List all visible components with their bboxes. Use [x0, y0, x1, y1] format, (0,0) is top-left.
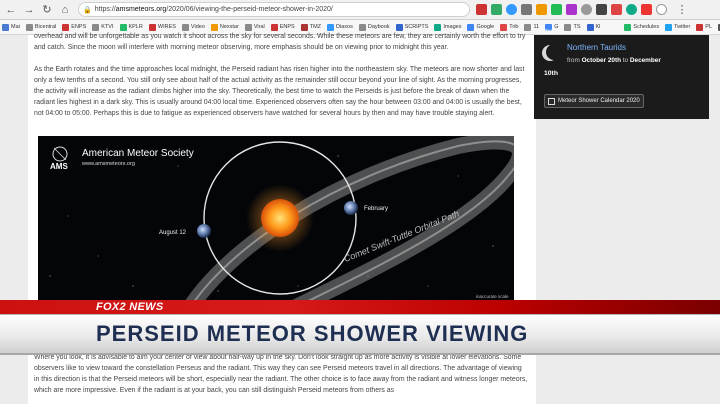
forward-icon[interactable]: →	[22, 3, 36, 17]
bookmark[interactable]: TS	[564, 23, 581, 31]
moon-phase-icon	[542, 44, 562, 61]
shower-date-range: from October 20th to December	[567, 57, 661, 64]
profile-avatar[interactable]	[656, 4, 667, 15]
bookmark[interactable]: Kl	[586, 23, 600, 31]
ams-logo: AMS	[50, 146, 68, 171]
headline-text: PERSEID METEOR SHOWER VIEWING	[96, 321, 529, 346]
paragraph: Where you look, it is advisable to aim y…	[34, 354, 528, 394]
previous-date: 7th	[544, 29, 555, 36]
paragraph: As the Earth rotates and the time approa…	[34, 66, 525, 117]
bookmark[interactable]: Trib	[500, 23, 518, 31]
meteor-shower-sidebar: 7th Northern Taurids from October 20th t…	[534, 29, 709, 119]
extension-icon[interactable]	[536, 4, 547, 15]
bookmark[interactable]: Diaxos	[327, 23, 353, 31]
orbit-illustration: AMS American Meteor Society www.amsmeteo…	[49, 136, 514, 300]
label-february: February	[364, 206, 388, 212]
bookmark[interactable]: Twitter	[665, 23, 690, 31]
extension-icon[interactable]	[581, 4, 592, 15]
label-august: August 12	[159, 230, 187, 236]
extension-icon[interactable]	[506, 4, 517, 15]
bookmark[interactable]: Nexstar	[210, 23, 239, 31]
shower-title-link[interactable]: Northern Taurids	[567, 43, 626, 52]
address-bar[interactable]: 🔒 https://amsmeteors.org/2020/06/viewing…	[78, 2, 470, 17]
home-icon[interactable]: ⌂	[58, 3, 72, 17]
extension-icon[interactable]	[521, 4, 532, 15]
earth-february	[344, 201, 358, 215]
orbit-diagram-image: AMS American Meteor Society www.amsmeteo…	[38, 136, 514, 300]
earth-august	[197, 224, 211, 238]
bookmark[interactable]: KTVI	[92, 23, 114, 31]
url-domain: amsmeteors.org	[115, 6, 167, 13]
extension-icon[interactable]	[551, 4, 562, 15]
bookmark[interactable]: SCRIPTS	[395, 23, 428, 31]
extension-icon[interactable]	[476, 4, 487, 15]
reload-icon[interactable]: ↻	[40, 3, 54, 17]
bookmark[interactable]: Daybook	[358, 23, 390, 31]
bookmark[interactable]: Bicentral	[25, 23, 56, 31]
extension-icon[interactable]	[611, 4, 622, 15]
lock-icon: 🔒	[83, 6, 92, 14]
browser-toolbar: ← → ↻ ⌂ 🔒 https://amsmeteors.org/2020/06…	[0, 0, 720, 20]
bookmark[interactable]: Video	[181, 23, 205, 31]
bookmark[interactable]: ENPS	[62, 23, 86, 31]
bookmark[interactable]: TMZ	[300, 23, 321, 31]
extension-icon[interactable]	[491, 4, 502, 15]
station-label: FOX2 NEWS	[96, 301, 164, 313]
bookmark[interactable]: WIRES	[148, 23, 176, 31]
back-icon[interactable]: ←	[4, 3, 18, 17]
extension-icons: ⋮	[476, 3, 689, 17]
bookmark[interactable]: Google	[467, 23, 494, 31]
calendar-button[interactable]: Meteor Shower Calendar 2020	[544, 94, 644, 108]
bookmark[interactable]: Schedules	[624, 23, 659, 31]
sun	[261, 199, 299, 237]
bookmark[interactable]: ENPS	[270, 23, 295, 31]
bookmark[interactable]: KPLR	[119, 23, 143, 31]
bookmark[interactable]: Images	[434, 23, 461, 31]
org-name: American Meteor Society	[82, 148, 194, 159]
label-scale: inaccurate scale	[476, 294, 509, 299]
paragraph: overhead and will be unforgettable as yo…	[34, 33, 526, 51]
range-end-day: 10th	[544, 70, 558, 77]
comet-orbit-path	[185, 136, 514, 300]
extension-icon[interactable]	[566, 4, 577, 15]
extension-icon[interactable]	[596, 4, 607, 15]
bookmark[interactable]: Viral	[244, 23, 265, 31]
bookmark[interactable]: PL	[696, 23, 712, 31]
url-prefix: https://	[94, 6, 116, 13]
bookmark[interactable]: Mai	[2, 23, 20, 31]
extension-icon[interactable]	[641, 4, 652, 15]
calendar-icon	[548, 97, 555, 105]
bookmark[interactable]: 11	[524, 23, 539, 31]
url-path: /2020/06/viewing-the-perseid-meteor-show…	[166, 6, 333, 13]
org-url: www.amsmeteors.org	[81, 161, 135, 167]
extension-icon[interactable]	[626, 4, 637, 15]
svg-text:AMS: AMS	[50, 162, 68, 171]
menu-icon[interactable]: ⋮	[675, 3, 689, 17]
